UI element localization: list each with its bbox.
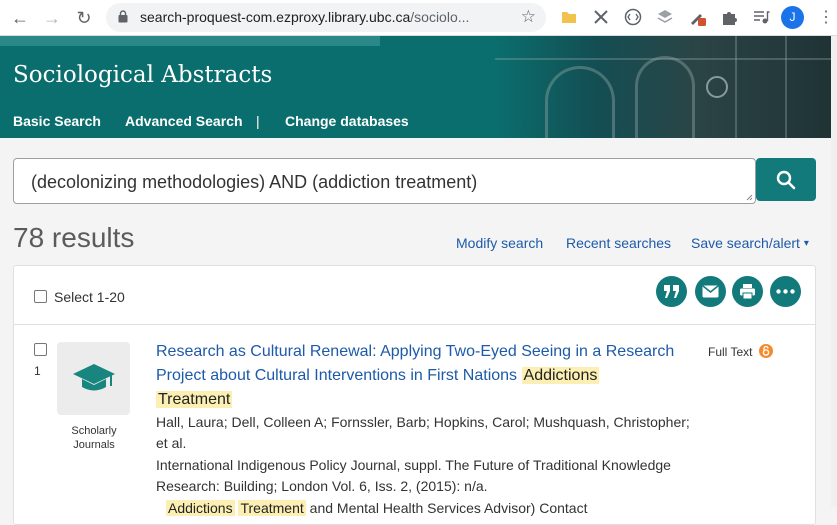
result-authors: Hall, Laura; Dell, Colleen A; Fornssler,… [156, 414, 690, 430]
address-bar[interactable]: search-proquest-com.ezproxy.library.ubc.… [106, 3, 546, 32]
result-snippet: Addictions Treatment and Mental Health S… [166, 500, 587, 516]
nav-separator: | [256, 113, 260, 129]
result-select-checkbox[interactable] [34, 343, 47, 356]
print-button[interactable] [732, 276, 763, 307]
nav-change-databases[interactable]: Change databases [285, 113, 409, 129]
result-authors-cont: et al. [156, 435, 187, 451]
nav-basic-search[interactable]: Basic Search [13, 113, 101, 129]
layers-extension-icon[interactable] [656, 8, 674, 26]
result-title-line2[interactable]: Project about Cultural Interventions in … [156, 367, 600, 385]
print-icon [740, 284, 755, 300]
result-title-text: Project about Cultural Interventions in … [156, 367, 518, 384]
result-title-link[interactable]: Research as Cultural Renewal: Applying T… [156, 343, 674, 361]
search-icon [776, 170, 796, 190]
save-search-alert-link[interactable]: Save search/alert ▾ [691, 235, 809, 251]
document-type-thumbnail [57, 342, 130, 415]
profile-avatar[interactable]: J [781, 6, 804, 29]
select-range-label: Select 1-20 [54, 289, 125, 305]
folder-extension-icon[interactable] [560, 8, 578, 26]
database-header: Sociological Abstracts Basic Search Adva… [0, 36, 831, 138]
result-number: 1 [34, 364, 41, 378]
browser-menu-icon[interactable]: ⋮ [818, 6, 834, 30]
document-type-line2: Journals [73, 439, 115, 451]
page-scrollbar[interactable] [831, 36, 837, 507]
email-button[interactable] [695, 276, 726, 307]
cite-icon [664, 285, 679, 298]
document-type-label: Scholarly Journals [56, 424, 132, 452]
forward-arrow-icon[interactable]: → [40, 6, 64, 30]
lock-icon [118, 10, 128, 23]
code-extension-icon[interactable] [624, 8, 642, 26]
result-title-line3[interactable]: Treatment [156, 391, 233, 409]
cite-button[interactable] [656, 276, 687, 307]
search-query-text: (decolonizing methodologies) AND (addict… [31, 172, 478, 192]
recent-searches-link[interactable]: Recent searches [566, 235, 671, 251]
banner-line-shape [785, 36, 787, 138]
header-accent-strip [0, 36, 380, 46]
search-term-highlight: Treatment [238, 500, 306, 516]
nav-advanced-search[interactable]: Advanced Search [125, 113, 243, 129]
result-source-cont: Research: Building; London Vol. 6, Iss. … [156, 478, 488, 494]
reload-icon[interactable]: ↻ [72, 6, 96, 30]
save-search-label: Save search/alert [691, 235, 800, 251]
more-icon [776, 289, 795, 294]
panel-divider [13, 324, 816, 325]
search-button[interactable] [756, 158, 816, 201]
snippet-text: and Mental Health Services Advisor) Cont… [309, 500, 588, 516]
bookmark-star-icon[interactable]: ☆ [521, 7, 536, 27]
header-banner-image [495, 36, 831, 138]
email-icon [702, 285, 719, 298]
search-term-highlight: Addictions [166, 500, 235, 516]
banner-arch-shape [545, 66, 615, 138]
back-arrow-icon[interactable]: ← [8, 6, 32, 30]
url-text: search-proquest-com.ezproxy.library.ubc.… [140, 9, 470, 25]
document-type-line1: Scholarly [71, 425, 117, 437]
database-title: Sociological Abstracts [13, 62, 273, 88]
graduation-cap-icon [73, 364, 115, 391]
chevron-down-icon: ▾ [803, 238, 809, 249]
search-term-highlight: Treatment [156, 391, 233, 408]
result-source: International Indigenous Policy Journal,… [156, 457, 671, 473]
modify-search-link[interactable]: Modify search [456, 235, 543, 251]
results-count: 78 results [13, 222, 135, 253]
search-term-highlight: Addictions [521, 367, 600, 384]
browser-toolbar: ← → ↻ search-proquest-com.ezproxy.librar… [0, 0, 837, 36]
puzzle-extension-icon[interactable] [720, 8, 738, 26]
full-text-link[interactable]: Full Text [708, 345, 752, 359]
search-input[interactable]: (decolonizing methodologies) AND (addict… [13, 158, 756, 204]
tools-extension-icon[interactable] [592, 8, 610, 26]
banner-arch-shape [635, 56, 695, 138]
banner-storefront-logo [706, 76, 728, 98]
media-controls-icon[interactable] [752, 8, 770, 26]
open-access-icon [759, 344, 773, 358]
banner-line-shape [735, 36, 737, 138]
pen-extension-icon[interactable] [688, 8, 706, 26]
select-all-checkbox[interactable] [34, 290, 47, 303]
resize-grip-icon[interactable] [746, 194, 753, 201]
open-lock-glyph [762, 345, 770, 356]
banner-line-shape [495, 58, 831, 60]
more-actions-button[interactable] [770, 276, 801, 307]
